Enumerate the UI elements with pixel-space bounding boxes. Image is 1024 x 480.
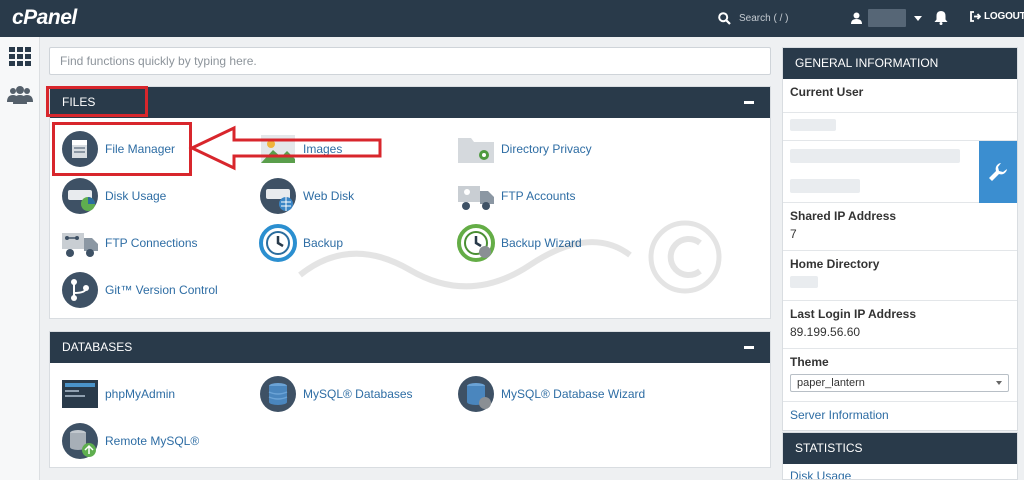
- ftp-accounts-icon: [457, 177, 495, 215]
- directory-privacy-icon: [457, 130, 495, 168]
- top-search-placeholder: Search ( / ): [739, 12, 789, 24]
- backup-wizard-icon: [457, 224, 495, 262]
- collapse-icon[interactable]: [744, 101, 754, 104]
- last-login-row: Last Login IP Address 89.199.56.60: [783, 301, 1017, 349]
- disk-usage-icon: [61, 177, 99, 215]
- collapse-icon[interactable]: [744, 346, 754, 349]
- files-panel-header[interactable]: FILES: [50, 87, 770, 118]
- current-user-value-row: [783, 113, 1017, 141]
- server-information-link[interactable]: Server Information: [790, 408, 889, 422]
- logout-icon: [970, 11, 981, 22]
- left-rail: [0, 37, 40, 480]
- user-menu[interactable]: [851, 8, 922, 28]
- mysql-database-wizard-label: MySQL® Database Wizard: [501, 387, 646, 401]
- home-directory-row: Home Directory: [783, 251, 1017, 301]
- home-directory-redacted: [790, 276, 818, 288]
- current-user-redacted: [790, 119, 836, 131]
- statistics-panel: STATISTICS Disk Usage: [782, 432, 1018, 480]
- databases-panel: DATABASES phpMyAdmin MySQL® Databases My…: [49, 331, 771, 468]
- functions-search-input[interactable]: Find functions quickly by typing here.: [49, 47, 771, 75]
- user-name-redacted: [868, 9, 906, 27]
- general-information-title: GENERAL INFORMATION: [783, 48, 1017, 79]
- wrench-button[interactable]: [979, 141, 1017, 203]
- chevron-down-icon: [914, 15, 922, 21]
- remote-mysql-item[interactable]: Remote MySQL®: [61, 421, 199, 461]
- notifications-bell-icon[interactable]: [934, 10, 948, 28]
- directory-privacy-label: Directory Privacy: [501, 142, 592, 156]
- server-info-row: Server Information: [783, 402, 1017, 430]
- users-icon[interactable]: [7, 83, 33, 107]
- theme-row: Theme paper_lantern: [783, 349, 1017, 402]
- top-search[interactable]: Search ( / ): [718, 9, 788, 27]
- theme-select[interactable]: paper_lantern: [790, 374, 1009, 392]
- general-information-panel: GENERAL INFORMATION Current User Shared …: [782, 47, 1018, 431]
- databases-panel-header[interactable]: DATABASES: [50, 332, 770, 363]
- domain-redacted: [790, 149, 960, 163]
- ftp-accounts-label: FTP Accounts: [501, 189, 576, 203]
- backup-item[interactable]: Backup: [259, 223, 343, 263]
- last-login-label: Last Login IP Address: [790, 307, 917, 321]
- logout-label: LOGOUT: [984, 11, 1024, 22]
- statistics-title: STATISTICS: [783, 433, 1017, 464]
- phpmyadmin-item[interactable]: phpMyAdmin: [61, 374, 175, 414]
- backup-wizard-label: Backup Wizard: [501, 236, 582, 250]
- remote-mysql-label: Remote MySQL®: [105, 434, 200, 448]
- phpmyadmin-label: phpMyAdmin: [105, 387, 176, 401]
- web-disk-icon: [259, 177, 297, 215]
- remote-mysql-icon: [61, 422, 99, 460]
- last-login-value: 89.199.56.60: [790, 325, 861, 339]
- files-highlight-box: [46, 86, 148, 117]
- shared-ip-value: 7: [790, 227, 797, 241]
- wrench-icon: [989, 163, 1007, 181]
- statistics-disk-usage-link[interactable]: Disk Usage: [783, 464, 1017, 479]
- red-arrow-annotation: [188, 125, 382, 171]
- disk-usage-label: Disk Usage: [105, 189, 167, 203]
- directory-privacy-item[interactable]: Directory Privacy: [457, 129, 592, 169]
- backup-wizard-item[interactable]: Backup Wizard: [457, 223, 582, 263]
- cpanel-logo[interactable]: cPanel: [12, 6, 77, 30]
- disk-usage-item[interactable]: Disk Usage: [61, 176, 166, 216]
- file-manager-highlight-box: [52, 122, 192, 176]
- theme-label: Theme: [790, 355, 829, 369]
- databases-panel-title: DATABASES: [62, 340, 133, 354]
- functions-search-placeholder: Find functions quickly by typing here.: [60, 54, 257, 68]
- primary-domain-row: [783, 141, 1017, 203]
- domain-redacted-2: [790, 179, 860, 193]
- files-panel: FILES File Manager Images Directory Priv…: [49, 86, 771, 319]
- logout-button[interactable]: LOGOUT: [970, 11, 1024, 22]
- user-icon: [851, 12, 862, 24]
- backup-label: Backup: [303, 236, 344, 250]
- current-user-row: Current User: [783, 79, 1017, 113]
- shared-ip-row: Shared IP Address 7: [783, 203, 1017, 251]
- phpmyadmin-icon: [61, 375, 99, 413]
- ftp-connections-icon: [61, 224, 99, 262]
- backup-icon: [259, 224, 297, 262]
- home-directory-label: Home Directory: [790, 257, 880, 271]
- git-icon: [61, 271, 99, 309]
- ftp-accounts-item[interactable]: FTP Accounts: [457, 176, 575, 216]
- ftp-connections-label: FTP Connections: [105, 236, 198, 250]
- mysql-database-wizard-item[interactable]: MySQL® Database Wizard: [457, 374, 645, 414]
- grid-icon[interactable]: [7, 45, 33, 69]
- ftp-connections-item[interactable]: FTP Connections: [61, 223, 198, 263]
- mysql-databases-label: MySQL® Databases: [303, 387, 413, 401]
- mysql-databases-icon: [259, 375, 297, 413]
- mysql-database-wizard-icon: [457, 375, 495, 413]
- web-disk-label: Web Disk: [303, 189, 355, 203]
- web-disk-item[interactable]: Web Disk: [259, 176, 354, 216]
- current-user-label: Current User: [790, 85, 864, 99]
- shared-ip-label: Shared IP Address: [790, 209, 897, 223]
- mysql-databases-item[interactable]: MySQL® Databases: [259, 374, 413, 414]
- top-bar: cPanel Search ( / ) LOGOUT: [0, 0, 1024, 37]
- git-version-control-label: Git™ Version Control: [105, 283, 218, 297]
- git-version-control-item[interactable]: Git™ Version Control: [61, 270, 218, 310]
- search-icon: [718, 11, 731, 25]
